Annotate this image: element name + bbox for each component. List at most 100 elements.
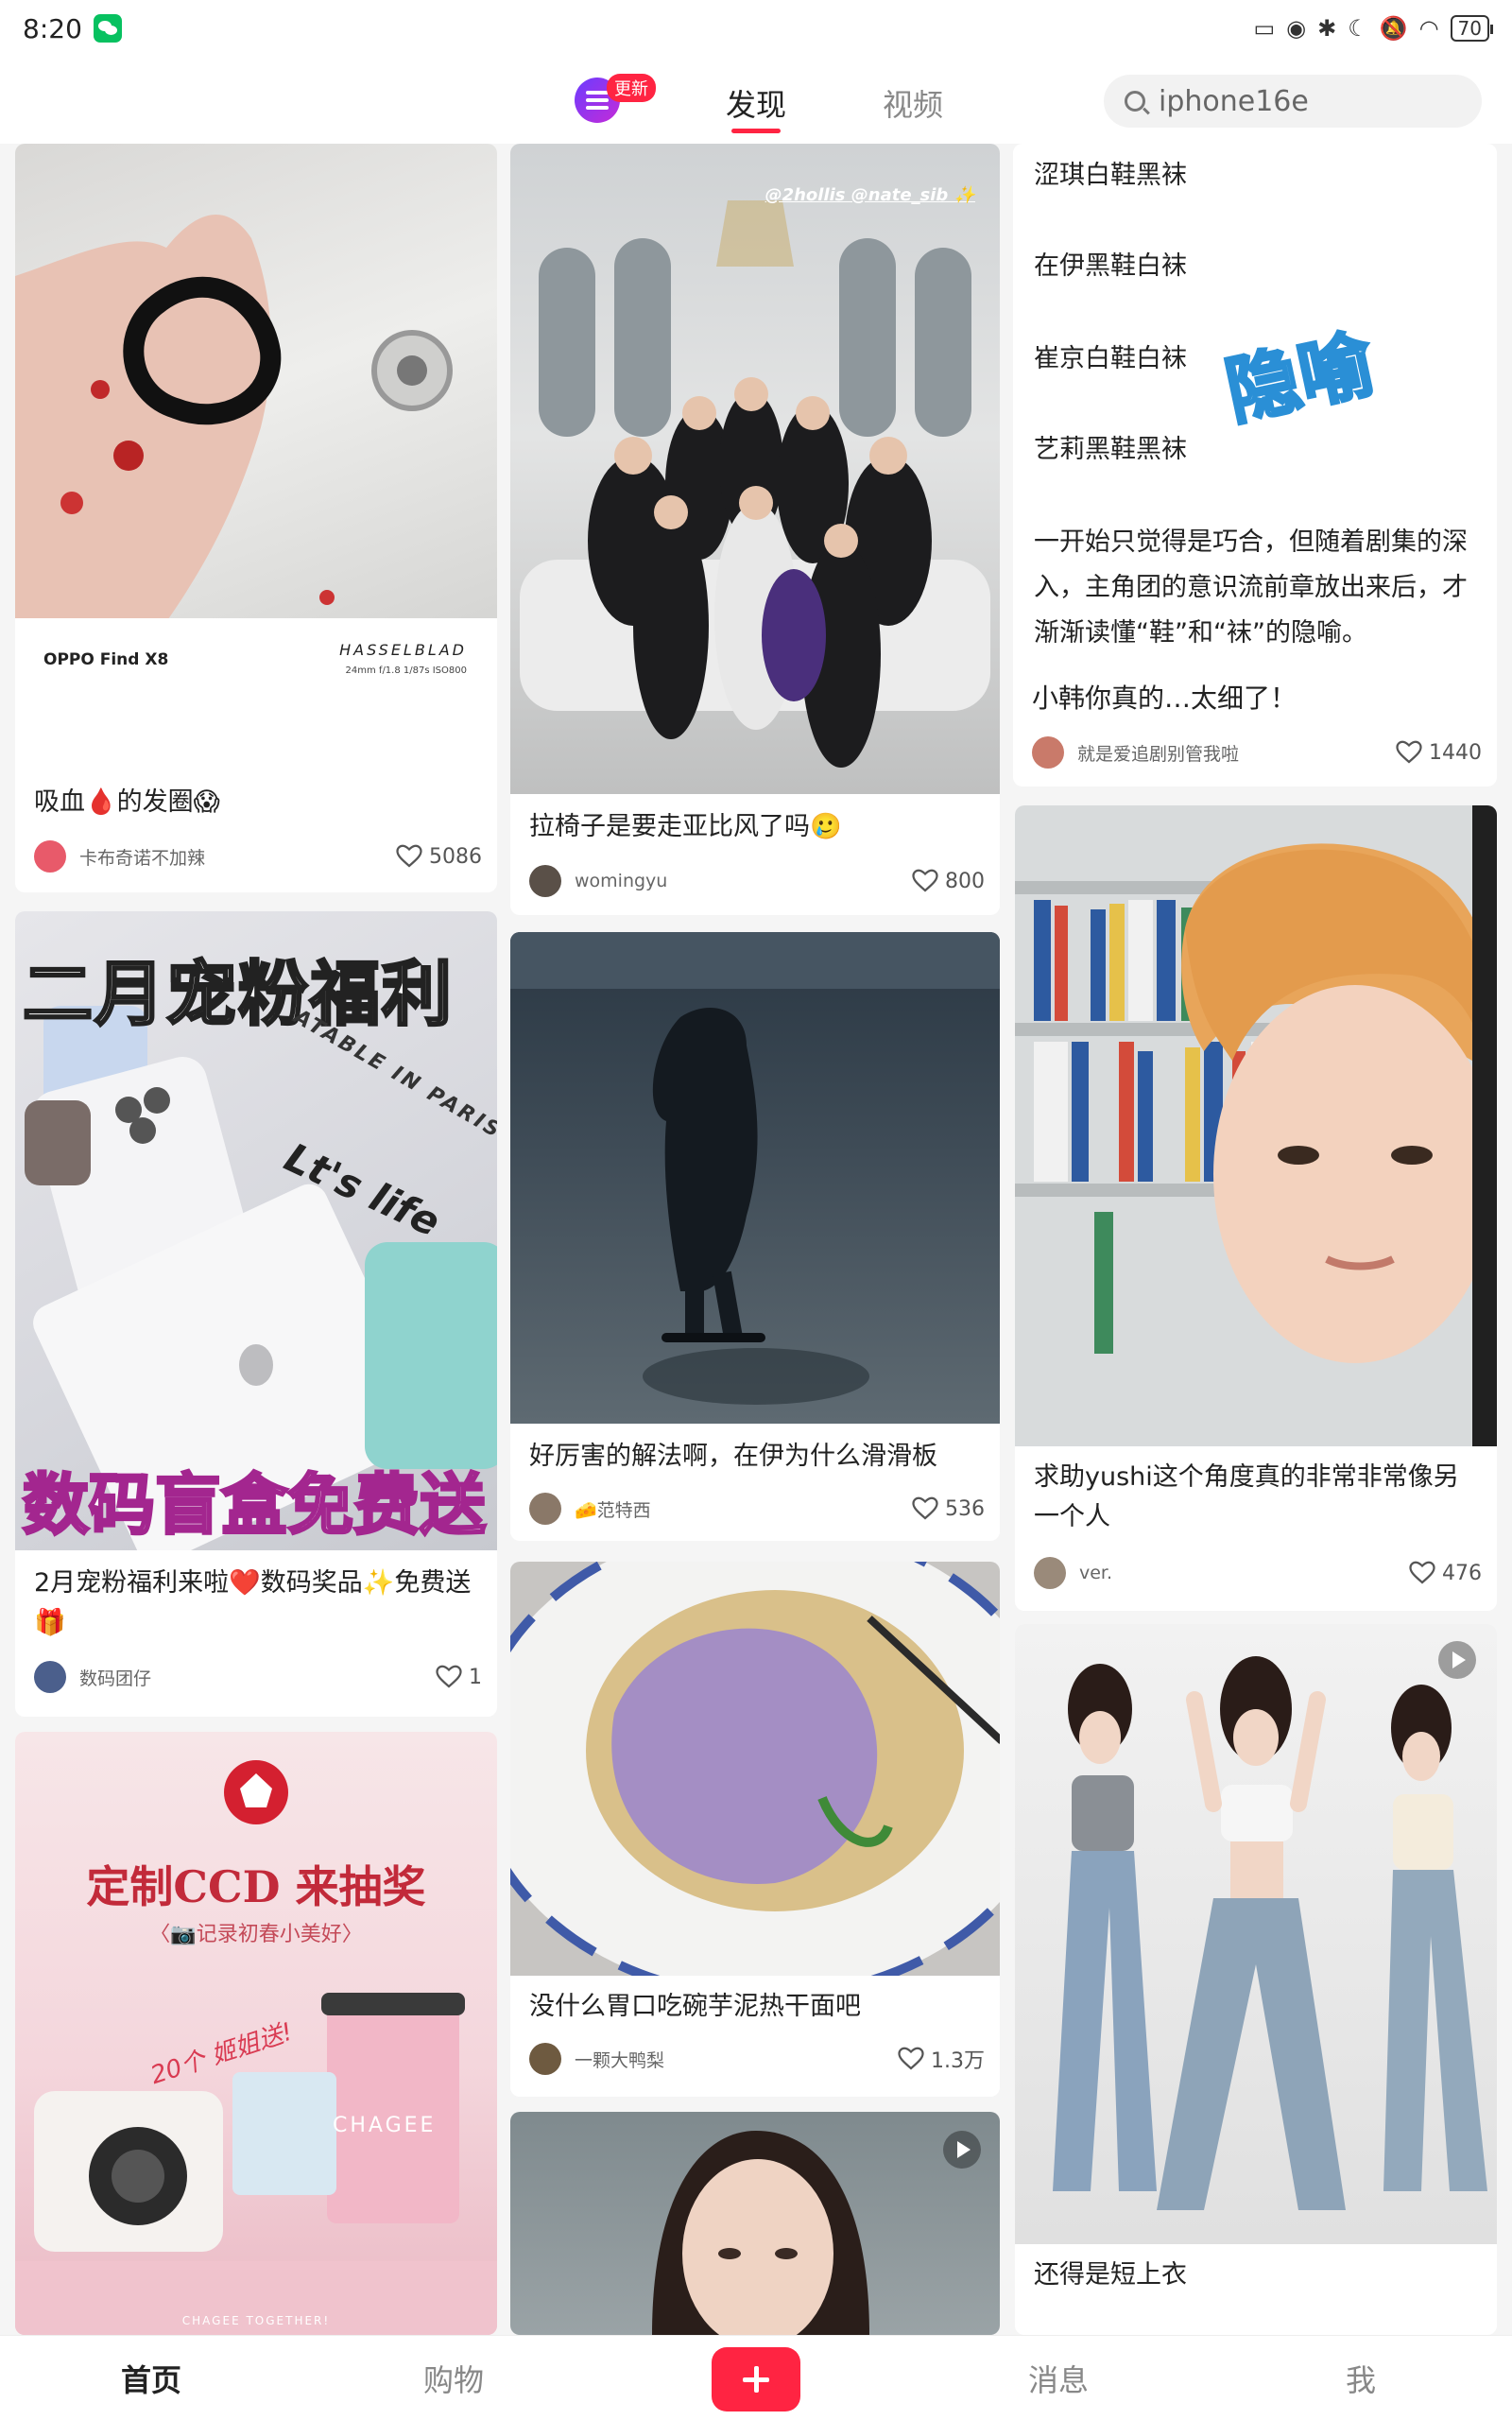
card-title: 拉椅子是要走亚比风了吗🥲 (529, 812, 842, 841)
author-name[interactable]: 一颗大鸭梨 (575, 2047, 897, 2072)
tab-discover[interactable]: 发现 (726, 81, 786, 125)
author-name[interactable]: 卡布奇诺不加辣 (79, 844, 395, 870)
card-image: OPPO Find X8 HASSELBLAD 24mm f/1.8 1/87s… (15, 144, 497, 703)
card-title: 小韩你真的…太细了！ (1032, 683, 1297, 714)
like-count: 5086 (429, 844, 482, 869)
active-tab-indicator (731, 129, 781, 133)
overlay-footer: CHAGEE TOGETHER! (181, 2314, 331, 2327)
cast-icon: ▭ (1253, 15, 1276, 42)
search-icon (1125, 91, 1145, 112)
note-card[interactable]: OPPO Find X8 HASSELBLAD 24mm f/1.8 1/87s… (15, 144, 497, 892)
avatar[interactable] (34, 840, 66, 873)
heart-icon (898, 2047, 924, 2070)
battery-icon: 70 (1450, 15, 1494, 42)
wechat-notification-icon (93, 14, 122, 43)
wifi-icon: ◠ (1418, 15, 1439, 42)
card-meta: womingyu 800 (529, 864, 985, 898)
search-input[interactable]: iphone16e (1104, 75, 1482, 128)
note-card[interactable]: 求助yushi这个角度真的非常非常像另一个人 ver. 476 (1015, 805, 1497, 1611)
like-count: 1 (469, 1665, 482, 1689)
card-image (510, 1562, 1000, 1976)
overlay-bottom-text: 数码盲盒免费送 (22, 1465, 488, 1546)
text-line: 在伊黑鞋白袜 (1034, 251, 1187, 281)
heart-icon (1396, 740, 1422, 764)
photo-group (520, 200, 990, 768)
card-title: 求助yushi这个角度真的非常非常像另一个人 (1034, 1462, 1459, 1531)
avatar[interactable] (1034, 1557, 1066, 1589)
status-icons: ▭ ◉ ✱ ☾ 🔕 ◠ 70 (1253, 15, 1494, 42)
card-meta: 就是爱追剧别管我啦 1440 (1032, 735, 1482, 769)
author-name[interactable]: 数码团仔 (79, 1665, 435, 1690)
author-name[interactable]: 🧀范特西 (575, 1496, 911, 1522)
card-title: 吸血🩸的发圈😱 (34, 787, 220, 817)
like-button[interactable]: 1 (435, 1663, 482, 1691)
nav-home[interactable]: 首页 (94, 2357, 208, 2400)
eye-icon: ◉ (1286, 15, 1307, 42)
card-title: 2月宠粉福利来啦❤️数码奖品✨免费送🎁 (34, 1568, 472, 1637)
update-badge: 更新 (607, 74, 656, 102)
card-image (510, 932, 1000, 1424)
author-name[interactable]: ver. (1079, 1563, 1408, 1583)
search-value: iphone16e (1159, 84, 1309, 118)
nav-shop[interactable]: 购物 (397, 2357, 510, 2400)
photo-brand: HASSELBLAD (339, 641, 467, 659)
status-bar: 8:20 ▭ ◉ ✱ ☾ 🔕 ◠ 70 (0, 0, 1512, 57)
card-image (1015, 1624, 1497, 2244)
like-button[interactable]: 5086 (395, 842, 482, 871)
photo-watermark-strip: OPPO Find X8 HASSELBLAD 24mm f/1.8 1/87s… (15, 618, 497, 703)
note-card[interactable]: @2hollis @nate_sib ✨ 拉椅子是要走亚比风了吗🥲 woming… (510, 144, 1000, 915)
card-title: 好厉害的解法啊，在伊为什么滑滑板 (529, 1442, 937, 1471)
top-nav: 更新 发现 视频 iphone16e (0, 57, 1512, 144)
mute-icon: 🔕 (1379, 15, 1408, 42)
like-button[interactable]: 476 (1408, 1559, 1482, 1587)
author-name[interactable]: 就是爱追剧别管我啦 (1077, 740, 1395, 766)
heart-icon (436, 1665, 462, 1688)
metaphor-sticker: 隐喻 (1217, 320, 1382, 437)
play-icon (943, 2131, 981, 2169)
like-count: 1440 (1429, 740, 1482, 765)
moon-icon: ☾ (1348, 15, 1368, 42)
card-meta: 卡布奇诺不加辣 5086 (34, 839, 482, 873)
avatar[interactable] (529, 2043, 561, 2075)
card-image: 定制CCD 来抽奖 〈📷记录初春小美好〉 20个 姬姐送! CHAGEE CHA… (15, 1732, 497, 2335)
text-line: 涩琪白鞋黑袜 (1034, 161, 1187, 190)
photo-library (1015, 805, 1497, 1446)
overlay-title: 定制CCD 来抽奖 (86, 1861, 426, 1912)
card-image: 二月宠粉福利 ATABLE IN PARIS Lt's life 数码盲盒免费送 (15, 911, 497, 1550)
avatar[interactable] (529, 1493, 561, 1525)
avatar[interactable] (34, 1661, 66, 1693)
nav-me[interactable]: 我 (1304, 2357, 1418, 2400)
overlay-subtitle: 〈📷记录初春小美好〉 (149, 1923, 363, 1946)
avatar[interactable] (529, 865, 561, 897)
tab-video[interactable]: 视频 (883, 81, 943, 125)
note-card[interactable]: 二月宠粉福利 ATABLE IN PARIS Lt's life 数码盲盒免费送… (15, 911, 497, 1717)
heart-icon (396, 844, 422, 868)
like-count: 476 (1442, 1561, 1482, 1585)
note-card[interactable]: 还得是短上衣 (1015, 1624, 1497, 2335)
note-card[interactable] (510, 2112, 1000, 2335)
like-button[interactable]: 800 (911, 867, 985, 895)
note-card[interactable]: 没什么胃口吃碗芋泥热干面吧 一颗大鸭梨 1.3万 (510, 1562, 1000, 2097)
card-image (1015, 805, 1497, 1446)
note-card[interactable]: 涩琪白鞋黑袜 在伊黑鞋白袜 崔京白鞋白袜 艺莉黑鞋黑袜 隐喻 一开始只觉得是巧合… (1013, 144, 1497, 786)
like-button[interactable]: 1440 (1395, 738, 1482, 767)
overlay-brand: CHAGEE (333, 2114, 437, 2137)
card-title: 还得是短上衣 (1034, 2260, 1187, 2290)
overlay-top-text: 二月宠粉福利 (22, 953, 454, 1037)
heart-icon (912, 1496, 938, 1520)
create-post-button[interactable] (712, 2347, 800, 2411)
photo-caption: OPPO Find X8 (43, 650, 169, 669)
nav-messages[interactable]: 消息 (1002, 2357, 1115, 2400)
status-time: 8:20 (23, 12, 82, 44)
photo-specs: 24mm f/1.8 1/87s ISO800 (345, 666, 467, 676)
note-card[interactable]: 定制CCD 来抽奖 〈📷记录初春小美好〉 20个 姬姐送! CHAGEE CHA… (15, 1732, 497, 2335)
card-meta: 一颗大鸭梨 1.3万 (529, 2042, 985, 2076)
avatar[interactable] (1032, 736, 1064, 769)
heart-icon (912, 869, 938, 892)
note-card[interactable]: 好厉害的解法啊，在伊为什么滑滑板 🧀范特西 536 (510, 932, 1000, 1541)
like-button[interactable]: 536 (911, 1495, 985, 1523)
author-name[interactable]: womingyu (575, 871, 911, 891)
body-paragraph: 一开始只觉得是巧合，但随着剧集的深入，主角团的意识流前章放出来后，才渐渐读懂“鞋… (1034, 527, 1468, 648)
bottom-nav: 首页 购物 消息 我 (0, 2335, 1512, 2420)
like-button[interactable]: 1.3万 (897, 2044, 985, 2074)
